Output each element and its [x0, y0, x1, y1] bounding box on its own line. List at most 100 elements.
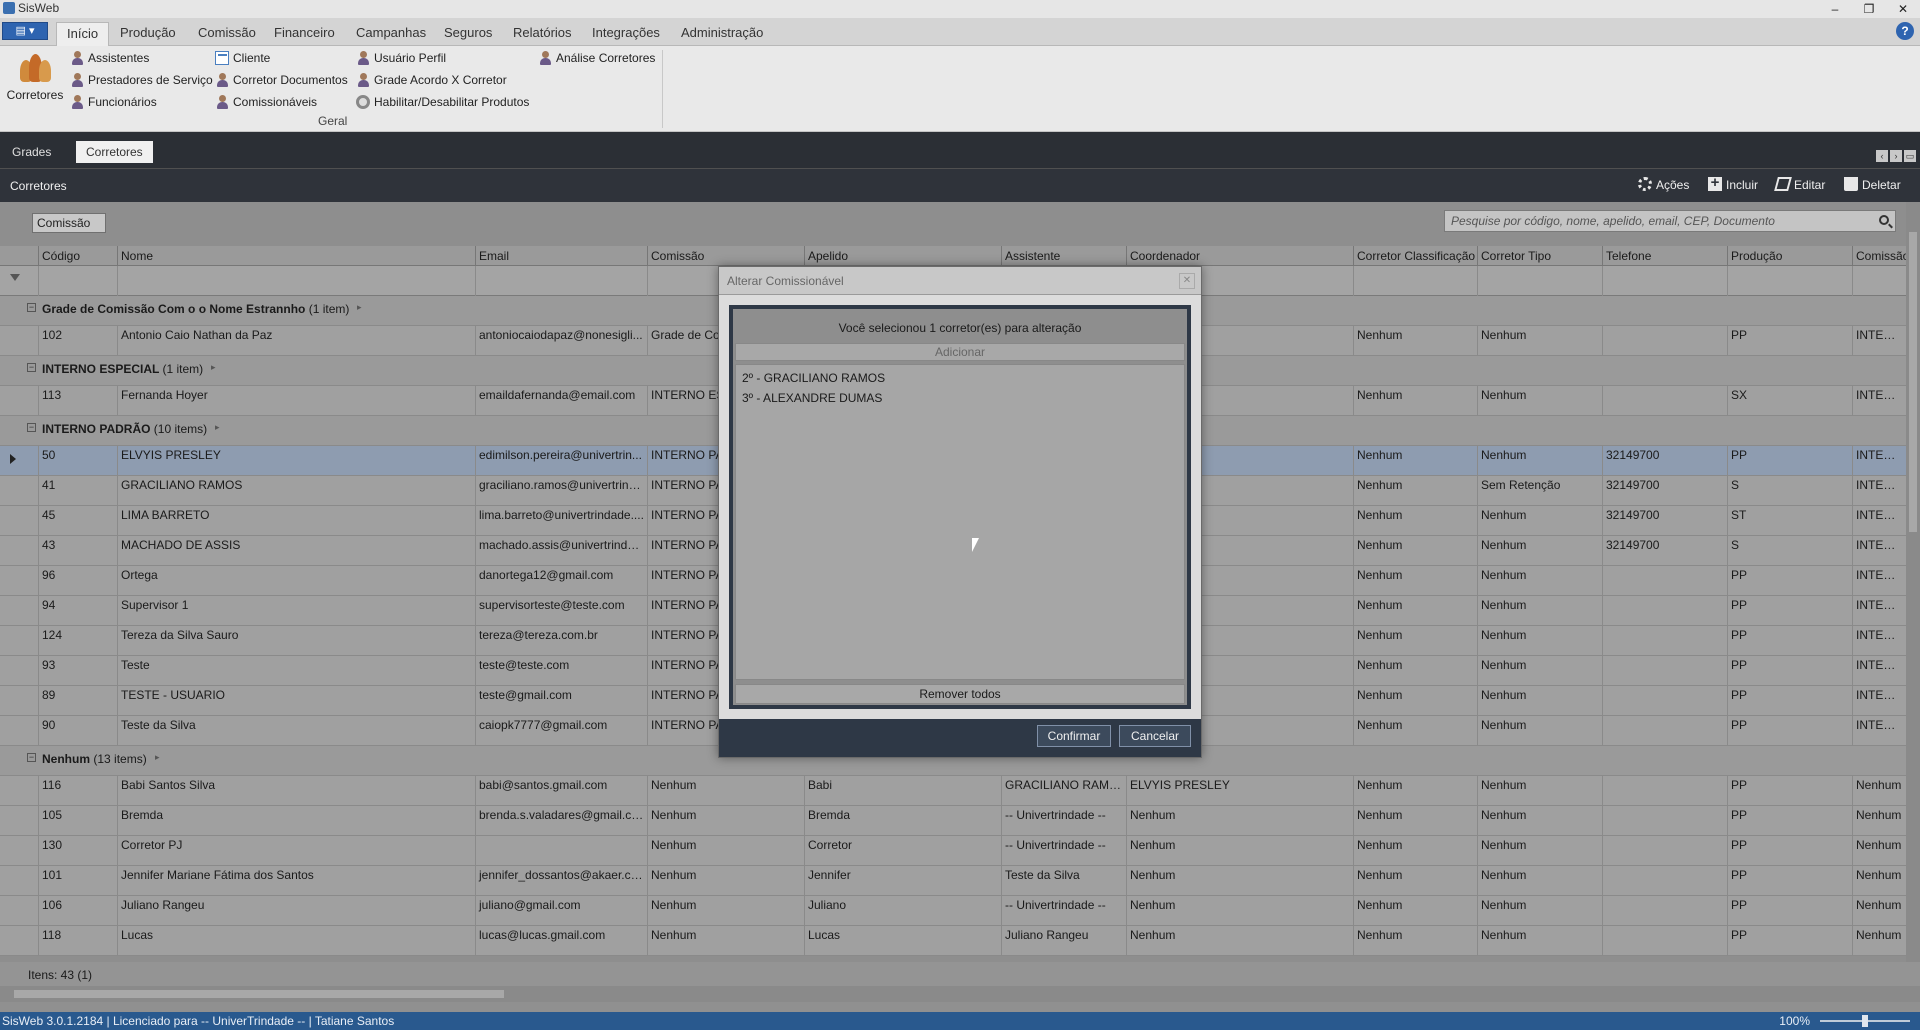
- cell-assistente[interactable]: Juliano Rangeu: [1001, 926, 1126, 956]
- col-apelido[interactable]: Apelido: [804, 246, 1001, 266]
- cell-email[interactable]: tereza@tereza.com.br: [475, 626, 647, 656]
- group-expand-arrow-icon[interactable]: ▸: [155, 752, 160, 763]
- search-icon[interactable]: [1879, 215, 1889, 225]
- cell-nome[interactable]: Ortega: [117, 566, 475, 596]
- cell-nome[interactable]: Jennifer Mariane Fátima dos Santos: [117, 866, 475, 896]
- cell-codigo[interactable]: 94: [38, 596, 117, 626]
- cell-codigo[interactable]: 43: [38, 536, 117, 566]
- doctab-grades[interactable]: Grades: [2, 141, 61, 163]
- cell-email[interactable]: lima.barreto@univertrindade....: [475, 506, 647, 536]
- cell-tipo[interactable]: Nenhum: [1477, 626, 1602, 656]
- cell-producao[interactable]: ST: [1727, 506, 1852, 536]
- vertical-scrollbar[interactable]: [1906, 202, 1920, 962]
- cell-nome[interactable]: Antonio Caio Nathan da Paz: [117, 326, 475, 356]
- cell-classificacao[interactable]: Nenhum: [1353, 686, 1477, 716]
- restore-icon[interactable]: ❐: [1852, 0, 1886, 18]
- cell-email[interactable]: teste@gmail.com: [475, 686, 647, 716]
- cell-tipo[interactable]: Nenhum: [1477, 716, 1602, 746]
- cell-telefone[interactable]: 32149700: [1602, 536, 1727, 566]
- cell-coordenador[interactable]: Nenhum: [1126, 926, 1353, 956]
- cell-tipo[interactable]: Nenhum: [1477, 506, 1602, 536]
- cell-producao[interactable]: PP: [1727, 626, 1852, 656]
- cell-codigo[interactable]: 124: [38, 626, 117, 656]
- ribbon-analise-corretores[interactable]: Análise Corretores: [538, 49, 655, 67]
- filter-cell[interactable]: [1477, 266, 1602, 296]
- cell-nome[interactable]: Juliano Rangeu: [117, 896, 475, 926]
- cell-apelido[interactable]: Babi: [804, 776, 1001, 806]
- cell-producao[interactable]: SX: [1727, 386, 1852, 416]
- cell-telefone[interactable]: [1602, 926, 1727, 956]
- cell-comissao2[interactable]: INTERNO: [1852, 566, 1906, 596]
- cell-producao[interactable]: PP: [1727, 836, 1852, 866]
- minimize-icon[interactable]: –: [1818, 0, 1852, 18]
- col-coordenador[interactable]: Coordenador: [1126, 246, 1353, 266]
- cell-producao[interactable]: PP: [1727, 596, 1852, 626]
- comissionaveis-list[interactable]: 2º - GRACILIANO RAMOS 3º - ALEXANDRE DUM…: [735, 364, 1185, 680]
- cell-nome[interactable]: Supervisor 1: [117, 596, 475, 626]
- doctab-corretores[interactable]: Corretores: [76, 141, 153, 163]
- table-row[interactable]: 106 Juliano Rangeu juliano@gmail.com Nenhum…: [0, 896, 1920, 926]
- cell-comissao[interactable]: Nenhum: [647, 926, 804, 956]
- cell-assistente[interactable]: GRACILIANO RAMOS: [1001, 776, 1126, 806]
- cell-classificacao[interactable]: Nenhum: [1353, 626, 1477, 656]
- tab-relatorios[interactable]: Relatórios: [503, 22, 582, 46]
- cell-comissao[interactable]: Nenhum: [647, 836, 804, 866]
- table-row[interactable]: 130 Corretor PJ Nenhum Corretor -- Univertri…: [0, 836, 1920, 866]
- cell-coordenador[interactable]: Nenhum: [1126, 836, 1353, 866]
- cell-coordenador[interactable]: ELVYIS PRESLEY: [1126, 776, 1353, 806]
- cell-nome[interactable]: Teste da Silva: [117, 716, 475, 746]
- cell-comissao2[interactable]: INTERNO: [1852, 626, 1906, 656]
- help-icon[interactable]: ?: [1896, 22, 1914, 40]
- cell-apelido[interactable]: Jennifer: [804, 866, 1001, 896]
- cell-comissao2[interactable]: INTERNO: [1852, 476, 1906, 506]
- cell-comissao2[interactable]: INTERNO: [1852, 446, 1906, 476]
- collapse-icon[interactable]: −: [27, 303, 36, 312]
- cell-telefone[interactable]: 32149700: [1602, 446, 1727, 476]
- ribbon-corretor-documentos[interactable]: Corretor Documentos: [215, 71, 348, 89]
- cell-assistente[interactable]: -- Univertrindade --: [1001, 806, 1126, 836]
- filter-cell[interactable]: [1852, 266, 1906, 296]
- tab-seguros[interactable]: Seguros: [434, 22, 502, 46]
- cell-comissao2[interactable]: INTERNO: [1852, 686, 1906, 716]
- cell-classificacao[interactable]: Nenhum: [1353, 566, 1477, 596]
- cell-nome[interactable]: GRACILIANO RAMOS: [117, 476, 475, 506]
- acoes-button[interactable]: Ações: [1638, 177, 1689, 192]
- cell-comissao2[interactable]: Nenhum: [1852, 806, 1906, 836]
- tab-inicio[interactable]: Início: [56, 22, 110, 46]
- cancel-button[interactable]: Cancelar: [1119, 725, 1191, 747]
- cell-tipo[interactable]: Nenhum: [1477, 866, 1602, 896]
- cell-tipo[interactable]: Nenhum: [1477, 926, 1602, 956]
- list-item[interactable]: 2º - GRACILIANO RAMOS: [742, 371, 885, 385]
- ribbon-cliente[interactable]: Cliente: [215, 49, 270, 67]
- tab-comissao[interactable]: Comissão: [188, 22, 266, 46]
- cell-email[interactable]: teste@teste.com: [475, 656, 647, 686]
- cell-telefone[interactable]: [1602, 806, 1727, 836]
- cell-tipo[interactable]: Nenhum: [1477, 566, 1602, 596]
- cell-comissao2[interactable]: Nenhum: [1852, 896, 1906, 926]
- tab-integracoes[interactable]: Integrações: [582, 22, 670, 46]
- cell-classificacao[interactable]: Nenhum: [1353, 926, 1477, 956]
- ribbon-funcionarios[interactable]: Funcionários: [70, 93, 157, 111]
- cell-classificacao[interactable]: Nenhum: [1353, 716, 1477, 746]
- cell-comissao[interactable]: Nenhum: [647, 806, 804, 836]
- cell-telefone[interactable]: [1602, 386, 1727, 416]
- cell-telefone[interactable]: 32149700: [1602, 476, 1727, 506]
- cell-nome[interactable]: Babi Santos Silva: [117, 776, 475, 806]
- cell-telefone[interactable]: [1602, 326, 1727, 356]
- cell-email[interactable]: supervisorteste@teste.com: [475, 596, 647, 626]
- cell-nome[interactable]: Bremda: [117, 806, 475, 836]
- cell-email[interactable]: juliano@gmail.com: [475, 896, 647, 926]
- filter-icon[interactable]: [10, 274, 20, 281]
- ribbon-grade-acordo[interactable]: Grade Acordo X Corretor: [356, 71, 507, 89]
- table-row[interactable]: 116 Babi Santos Silva babi@santos.gmail.co…: [0, 776, 1920, 806]
- collapse-icon[interactable]: −: [27, 363, 36, 372]
- cell-apelido[interactable]: Bremda: [804, 806, 1001, 836]
- cell-producao[interactable]: PP: [1727, 806, 1852, 836]
- cell-codigo[interactable]: 130: [38, 836, 117, 866]
- ribbon-assistentes[interactable]: Assistentes: [70, 49, 149, 67]
- collapse-icon[interactable]: −: [27, 753, 36, 762]
- cell-codigo[interactable]: 50: [38, 446, 117, 476]
- cell-comissao2[interactable]: INTERNO: [1852, 506, 1906, 536]
- tab-campanhas[interactable]: Campanhas: [346, 22, 436, 46]
- cell-codigo[interactable]: 102: [38, 326, 117, 356]
